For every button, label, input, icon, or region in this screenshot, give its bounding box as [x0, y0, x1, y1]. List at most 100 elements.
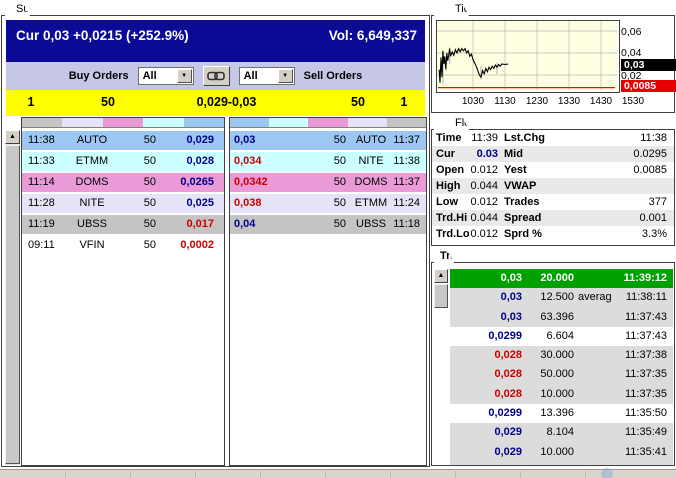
quote-info-row: High 0.044 VWAP: [432, 178, 674, 194]
order-filter-bar: Buy Orders All ▼ All ▼ Sell Orders: [6, 62, 425, 90]
trade-row[interactable]: 0,0296.896 11:35:14: [450, 461, 673, 466]
quote-info-panel: Time 11:39 Lst.Chg 11:38 Cur 0.03 Mid 0.0295 Ope…: [431, 129, 675, 246]
trade-time: 11:39:12: [623, 272, 667, 284]
trade-size: 6.604: [546, 329, 574, 342]
order-size: 50: [143, 134, 156, 146]
quote-value: 0.03: [476, 148, 498, 160]
trade-row[interactable]: 0,029 10.000 11:35:41: [450, 442, 673, 462]
chevron-down-icon[interactable]: ▼: [277, 69, 293, 83]
scroll-up-icon[interactable]: ▲: [5, 130, 20, 144]
trade-time: 11:37:43: [624, 329, 667, 342]
quote-info-row: Time 11:39 Lst.Chg 11:38: [432, 130, 674, 146]
sell-order-count: 1: [400, 95, 408, 109]
trade-time: 11:35:41: [624, 445, 667, 458]
taskbar-divider: [195, 471, 196, 478]
scrollbar-thumb[interactable]: [5, 145, 20, 464]
market-maker-id: UBSS: [77, 218, 107, 230]
trade-row[interactable]: 0,029 8.104 11:35:49: [450, 423, 673, 443]
trade-price: 0,0299: [488, 329, 522, 342]
quote-value: 11:39: [471, 132, 498, 144]
order-size: 50: [333, 176, 346, 188]
order-time: 11:19: [28, 218, 55, 230]
buy-order-row[interactable]: 11:38 AUTO 50 0,029: [22, 131, 224, 150]
scrollbar-thumb[interactable]: [434, 284, 448, 308]
sell-order-row[interactable]: 0,034 50 NITE 11:38: [230, 152, 426, 171]
trade-row[interactable]: 0,03 63.396 11:37:43: [450, 307, 673, 327]
quote-value: 0.0085: [633, 164, 667, 176]
link-filters-button[interactable]: [202, 66, 230, 86]
trade-price: 0,028: [494, 349, 522, 362]
chart-panel: 1030 1130 1230 1330 1430 1530 0,06 0,04 0,03 0,0…: [431, 15, 676, 113]
y-axis-label: 0,04: [621, 47, 642, 59]
order-book-panel: Cur 0,03 +0,0215 (+252.9%) Vol: 6,649,33…: [1, 15, 430, 467]
sell-order-row[interactable]: 0,038 50 ETMM 11:24: [230, 194, 426, 213]
ask-price: 0,034: [234, 155, 262, 167]
trade-row[interactable]: 0,028 30.000 11:37:38: [450, 346, 673, 366]
order-time: 11:14: [28, 176, 55, 188]
trade-size: 12.500: [540, 291, 574, 304]
order-size: 50: [333, 218, 346, 230]
market-maker-id: ETMM: [75, 155, 109, 167]
trades-panel: ▲ 0,03 20.000 11:39:12 0,03 12.500 averag 11:3…: [431, 262, 675, 466]
quote-value: 0.044: [470, 180, 498, 192]
taskbar-divider: [520, 471, 521, 478]
trade-row[interactable]: 0,0299 6.604 11:37:43: [450, 326, 673, 347]
ask-price: 0,0342: [234, 176, 268, 188]
status-circle-icon: [601, 468, 613, 478]
order-time: 11:33: [28, 155, 55, 167]
trade-size: 10.000: [540, 445, 574, 458]
buy-order-row[interactable]: 11:14 DOMS 50 0,0265: [22, 173, 224, 192]
buy-order-row[interactable]: 11:19 UBSS 50 0,017: [22, 215, 224, 234]
trade-time: 11:37:43: [624, 310, 667, 323]
trade-row[interactable]: 0,028 10.000 11:37:35: [450, 384, 673, 405]
trade-row[interactable]: 0,028 50.000 11:37:35: [450, 365, 673, 385]
buy-order-row[interactable]: 11:28 NITE 50 0,025: [22, 194, 224, 213]
quote-value: 0.044: [470, 212, 498, 224]
order-book-scrollbar[interactable]: ▲: [5, 130, 20, 465]
bid-price: 0,0002: [180, 239, 214, 251]
trade-price: 0,029: [494, 426, 522, 439]
order-time: 11:24: [393, 197, 420, 209]
buy-depth-color-strip: [22, 118, 225, 128]
trade-price: 0,029: [450, 462, 522, 466]
trade-row[interactable]: 0,03 20.000 11:39:12: [450, 269, 673, 289]
trade-price: 0,028: [494, 387, 522, 400]
analysis-tabs: StatsHistogramChartTickScope: [433, 1, 448, 16]
sell-total-size: 50: [351, 95, 365, 109]
buy-order-row[interactable]: 11:33 ETMM 50 0,028: [22, 152, 224, 171]
order-time: 11:18: [393, 218, 420, 230]
quote-info-row: Low 0.012 Trades 377: [432, 194, 674, 210]
sell-order-row[interactable]: 0,04 50 UBSS 11:18: [230, 215, 426, 234]
trade-price: 0,0299: [488, 407, 522, 420]
quote-label: Trades: [504, 196, 540, 208]
taskbar-divider: [585, 471, 586, 478]
x-tick-label: 1430: [589, 96, 613, 107]
trade-size: 8.104: [546, 426, 574, 439]
buy-filter-select[interactable]: All ▼: [137, 67, 194, 85]
quote-value: 0.001: [639, 212, 667, 224]
trade-size: 6.896: [522, 462, 574, 466]
buy-total-size: 50: [101, 95, 115, 109]
trade-row[interactable]: 0,0299 13.396 11:35:50: [450, 404, 673, 424]
bid-price: 0,0265: [180, 176, 214, 188]
ticker-bar: Cur 0,03 +0,0215 (+252.9%) Vol: 6,649,33…: [6, 20, 425, 62]
quote-label: VWAP: [504, 180, 537, 192]
trades-scrollbar[interactable]: ▲: [434, 269, 448, 465]
chevron-down-icon[interactable]: ▼: [176, 69, 192, 83]
sell-filter-select[interactable]: All ▼: [238, 67, 295, 85]
sell-order-row[interactable]: 0,0342 50 DOMS 11:37: [230, 173, 426, 192]
quote-label: Spread: [504, 212, 542, 224]
depth-level-swatch: [183, 118, 225, 127]
quote-tabs: Quote InfoAuctionIndicesFlow: [433, 115, 448, 130]
x-tick-label: 1030: [461, 96, 485, 107]
quote-info-row: Cur 0.03 Mid 0.0295: [432, 146, 674, 162]
trade-row[interactable]: 0,03 12.500 averag 11:38:11: [450, 288, 673, 308]
sell-order-row[interactable]: 0,03 50 AUTO 11:37: [230, 131, 426, 150]
trade-time: 11:37:35: [624, 368, 667, 381]
depth-level-swatch: [230, 118, 270, 127]
buy-order-row[interactable]: 09:11 VFIN 50 0,0002: [22, 236, 224, 255]
best-bid-ask-row: 1 50 0,029-0,03 50 1: [6, 90, 425, 116]
bid-price: 0,028: [186, 155, 214, 167]
taskbar-divider: [260, 471, 261, 478]
scroll-up-icon[interactable]: ▲: [434, 269, 448, 283]
